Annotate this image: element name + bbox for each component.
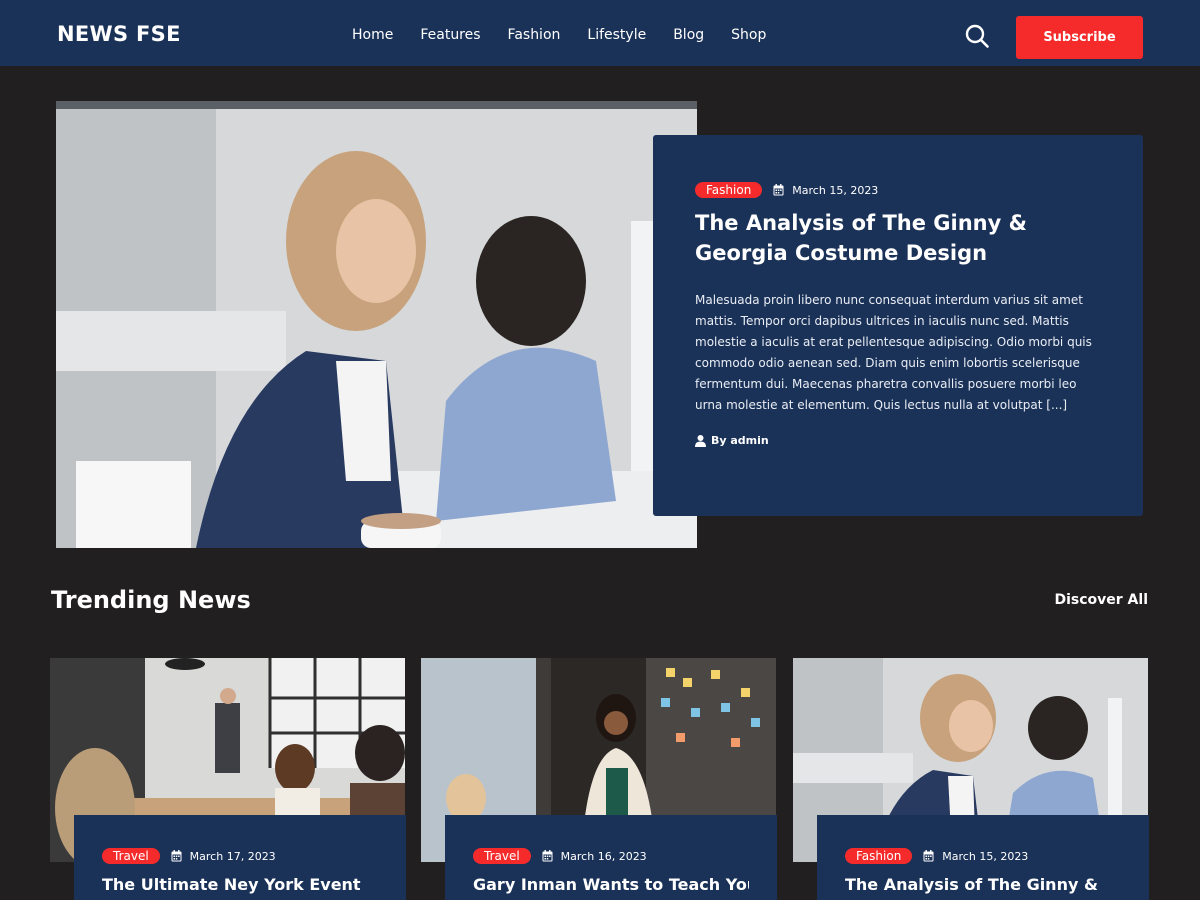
card-title[interactable]: Gary Inman Wants to Teach You bbox=[473, 875, 749, 894]
discover-all-link[interactable]: Discover All bbox=[1040, 592, 1148, 608]
post-meta: Travel March 17, 2023 bbox=[102, 848, 378, 864]
nav-item-home[interactable]: Home bbox=[352, 27, 393, 43]
hero-image[interactable] bbox=[56, 101, 697, 548]
main-nav: Home Features Fashion Lifestyle Blog Sho… bbox=[352, 27, 793, 43]
search-icon[interactable] bbox=[964, 23, 990, 49]
card-title[interactable]: The Analysis of The Ginny & bbox=[845, 875, 1121, 894]
post-date: March 17, 2023 bbox=[189, 849, 276, 863]
hero-post-title[interactable]: The Analysis of The Ginny & Georgia Cost… bbox=[695, 208, 1101, 268]
site-header: NEWS FSE Home Features Fashion Lifestyle… bbox=[0, 0, 1200, 66]
category-badge[interactable]: Fashion bbox=[845, 848, 913, 864]
post-meta: Travel March 16, 2023 bbox=[473, 848, 749, 864]
nav-item-blog[interactable]: Blog bbox=[673, 27, 704, 43]
hero-post-card: Fashion March 15, 2023 The Analysis of T… bbox=[653, 135, 1143, 516]
calendar-icon bbox=[171, 850, 182, 862]
subscribe-button[interactable]: Subscribe bbox=[1016, 16, 1143, 59]
nav-item-features[interactable]: Features bbox=[420, 27, 480, 43]
post-date: March 15, 2023 bbox=[792, 183, 879, 197]
post-meta: Fashion March 15, 2023 bbox=[845, 848, 1121, 864]
nav-item-lifestyle[interactable]: Lifestyle bbox=[587, 27, 646, 43]
trending-card: Fashion March 15, 2023 The Analysis of T… bbox=[817, 815, 1149, 900]
calendar-icon bbox=[542, 850, 553, 862]
post-date: March 16, 2023 bbox=[560, 849, 647, 863]
calendar-icon bbox=[923, 850, 934, 862]
trending-card: Travel March 16, 2023 Gary Inman Wants t… bbox=[445, 815, 777, 900]
category-badge[interactable]: Fashion bbox=[695, 182, 763, 198]
calendar-icon bbox=[773, 184, 784, 196]
nav-item-fashion[interactable]: Fashion bbox=[508, 27, 561, 43]
author-name[interactable]: By admin bbox=[711, 434, 769, 447]
post-author: By admin bbox=[695, 434, 1101, 447]
user-icon bbox=[695, 434, 706, 447]
card-title[interactable]: The Ultimate Ney York Event bbox=[102, 875, 378, 894]
site-logo[interactable]: NEWS FSE bbox=[57, 22, 181, 46]
category-badge[interactable]: Travel bbox=[102, 848, 160, 864]
section-title-trending: Trending News bbox=[51, 586, 251, 614]
hero-post-excerpt: Malesuada proin libero nunc consequat in… bbox=[695, 293, 1092, 412]
post-meta: Fashion March 15, 2023 bbox=[695, 182, 1101, 198]
post-date: March 15, 2023 bbox=[942, 849, 1029, 863]
nav-item-shop[interactable]: Shop bbox=[731, 27, 766, 43]
trending-card: Travel March 17, 2023 The Ultimate Ney Y… bbox=[74, 815, 406, 900]
category-badge[interactable]: Travel bbox=[473, 848, 531, 864]
